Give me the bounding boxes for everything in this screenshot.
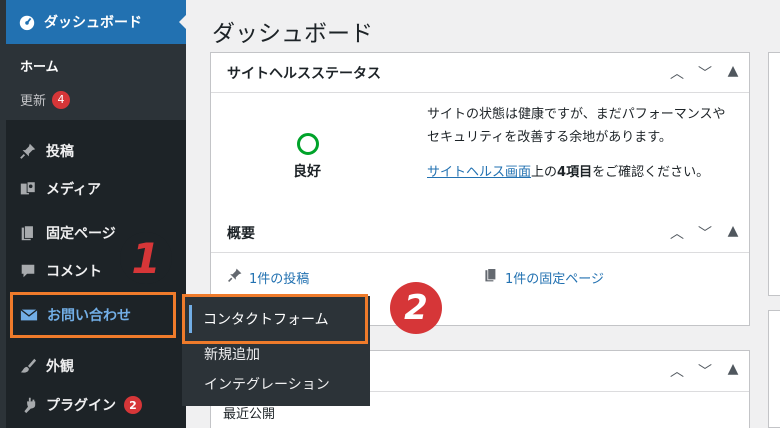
sidebar-item-dashboard[interactable]: ダッシュボード [6,0,187,44]
sidebar-item-label: 投稿 [46,144,74,160]
move-down-icon[interactable]: ﹀ [697,63,713,83]
panel-controls: ︿ ﹀ ▲ [669,63,741,83]
submenu-updates-label: 更新 [20,94,47,109]
admin-sidebar: ダッシュボード ホーム 更新 4 投稿 メディア 固定ページ コメント お問い合… [0,0,187,428]
sidebar-item-appearance[interactable]: 外観 [6,348,186,384]
right-column-panel [768,52,780,296]
active-indicator [189,305,192,333]
move-down-icon[interactable]: ﹀ [697,361,713,381]
health-after-link: 上の [531,165,558,180]
sidebar-item-contact[interactable]: お問い合わせ [10,292,176,338]
collapse-icon[interactable]: ▲ [725,361,741,381]
dashboard-submenu: ホーム 更新 4 [6,44,186,120]
comment-icon [18,261,38,281]
sidebar-item-label: コメント [46,264,102,280]
flyout-item-add-new[interactable]: 新規追加 [204,344,260,364]
collapse-icon[interactable]: ▲ [725,223,741,243]
annotation-step-1: 1 [120,232,172,284]
sidebar-item-label: 外観 [46,359,74,375]
collapse-icon[interactable]: ▲ [725,63,741,83]
activity-controls: ︿ ﹀ ▲ [669,361,741,381]
glance-pages-label: 1件の固定ページ [505,271,605,287]
contact-flyout-menu: コンタクトフォーム 新規追加 インテグレーション [182,294,370,406]
move-up-icon[interactable]: ︿ [669,223,685,243]
plugin-count-badge: 2 [124,396,142,414]
submenu-updates[interactable]: 更新 4 [20,90,71,109]
update-count-badge: 4 [52,90,71,109]
pin-icon [18,141,38,161]
page-icon [483,267,499,287]
plugin-icon [18,395,38,415]
health-link-text: サイトヘルス画面上の4項目をご確認ください。 [427,161,727,184]
flyout-item-integration[interactable]: インテグレーション [204,374,330,394]
sidebar-item-posts[interactable]: 投稿 [6,133,186,169]
site-health-link[interactable]: サイトヘルス画面 [427,165,531,180]
site-health-panel: サイトヘルスステータス ︿ ﹀ ▲ 良好 サイトの状態は健康ですが、まだパフォー… [210,52,750,326]
flyout-item-label: コンタクトフォーム [203,312,329,328]
sidebar-item-label: お問い合わせ [47,308,131,324]
pin-icon [227,267,243,287]
glance-posts[interactable]: 1件の投稿 [227,267,309,287]
health-description: サイトの状態は健康ですが、まだパフォーマンスやセキュリティを改善する余地がありま… [427,107,726,146]
page-title: ダッシュボード [212,21,373,47]
move-up-icon[interactable]: ︿ [669,63,685,83]
health-count: 4項目 [557,165,593,180]
sidebar-item-label: 固定ページ [46,226,116,242]
dashboard-icon [18,13,36,31]
envelope-icon [19,305,39,325]
annotation-step-2: 2 [390,282,442,334]
glance-controls: ︿ ﹀ ▲ [669,223,741,243]
health-status-circle [297,133,319,155]
panel-title: サイトヘルスステータス [227,65,381,82]
media-icon [18,179,38,199]
sidebar-item-label: メディア [46,182,102,198]
glance-pages[interactable]: 1件の固定ページ [483,267,604,287]
page-icon [18,223,38,243]
right-column-panel-2 [768,310,780,428]
health-tail: をご確認ください。 [592,165,710,180]
health-status-label: 良好 [293,164,321,180]
move-down-icon[interactable]: ﹀ [697,223,713,243]
brush-icon [18,356,38,376]
flyout-item-contact-form[interactable]: コンタクトフォーム [182,294,368,344]
submenu-home[interactable]: ホーム [20,56,59,75]
current-arrow [179,14,187,30]
panel-title: 概要 [227,225,255,242]
move-up-icon[interactable]: ︿ [669,361,685,381]
glance-posts-label: 1件の投稿 [249,271,310,287]
sidebar-item-plugins[interactable]: プラグイン 2 [6,387,186,423]
sidebar-item-label: ダッシュボード [44,15,142,31]
sidebar-item-label: プラグイン [46,398,116,414]
sidebar-item-media[interactable]: メディア [6,171,186,207]
